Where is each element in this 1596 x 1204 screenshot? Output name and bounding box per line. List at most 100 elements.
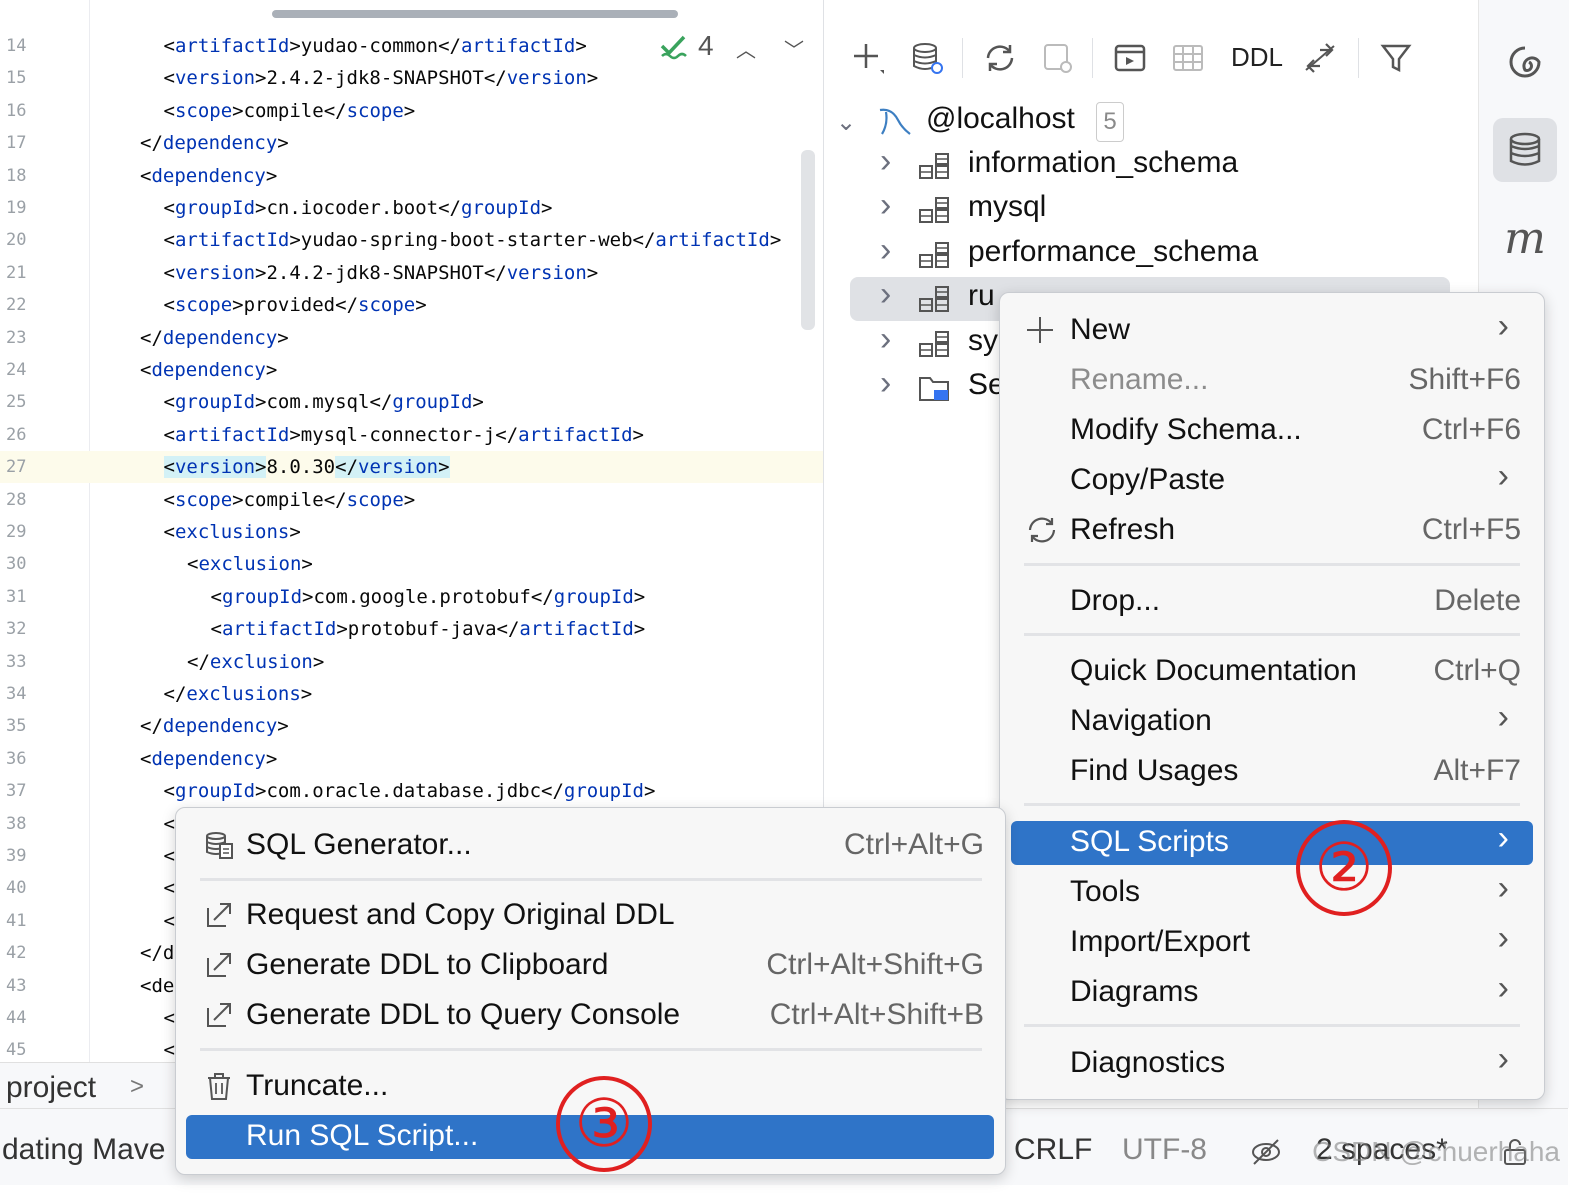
menu-item-diagrams[interactable]: Diagrams ›: [1011, 969, 1533, 1015]
code-line[interactable]: 37 <groupId>com.oracle.database.jdbc</gro…: [0, 775, 823, 807]
code-line[interactable]: 18 <dependency>: [0, 160, 823, 192]
maven-icon[interactable]: m: [1493, 206, 1557, 270]
submenu-arrow-icon: ›: [1497, 1040, 1509, 1078]
submenu-item-request-and-copy-original-ddl[interactable]: Request and Copy Original DDL: [186, 894, 994, 938]
code-line[interactable]: 25 <groupId>com.mysql</groupId>: [0, 386, 823, 418]
server-objects-icon: [919, 377, 949, 401]
code-text: <version>2.4.2-jdk8-SNAPSHOT</version>: [163, 67, 599, 90]
submenu-arrow-icon: ›: [1497, 819, 1509, 857]
step-3-annotation: ③: [556, 1076, 652, 1172]
plus-icon: [1025, 315, 1055, 353]
menu-item-tools[interactable]: Tools ›: [1011, 869, 1533, 915]
submenu-arrow-icon: ›: [1497, 869, 1509, 907]
data-source-properties-icon[interactable]: [908, 38, 948, 78]
menu-separator: [1024, 633, 1520, 636]
line-number: 44: [6, 1008, 27, 1028]
ai-assistant-icon[interactable]: [1493, 30, 1557, 94]
tree-item-schema[interactable]: › information_schema: [824, 142, 1478, 188]
table-editor-icon[interactable]: [1168, 38, 1208, 78]
project-label: project: [6, 1071, 97, 1104]
menu-item-quick-documentation[interactable]: Quick Documentation Ctrl+Q: [1011, 650, 1533, 694]
menu-separator: [200, 1048, 982, 1051]
submenu-item-generate-ddl-to-query-console[interactable]: Generate DDL to Query Console Ctrl+Alt+Sh…: [186, 994, 994, 1038]
menu-item-find-usages[interactable]: Find Usages Alt+F7: [1011, 750, 1533, 794]
code-line[interactable]: 17 </dependency>: [0, 127, 823, 159]
menu-item-refresh[interactable]: Refresh Ctrl+F5: [1011, 509, 1533, 553]
menu-item-sql-scripts[interactable]: SQL Scripts ›: [1011, 819, 1533, 865]
collapse-icon[interactable]: [1300, 38, 1340, 78]
code-line[interactable]: 35 </dependency>: [0, 710, 823, 742]
chevron-down-icon[interactable]: ⌄: [836, 108, 856, 137]
code-line[interactable]: 36 <dependency>: [0, 743, 823, 775]
chevron-right-icon[interactable]: ›: [880, 231, 891, 270]
chevron-right-icon[interactable]: ›: [880, 364, 891, 403]
code-line[interactable]: 29 <exclusions>: [0, 516, 823, 548]
sql-generator-icon: [204, 830, 234, 868]
refresh-icon[interactable]: [980, 38, 1020, 78]
code-line[interactable]: 21 <version>2.4.2-jdk8-SNAPSHOT</version>: [0, 257, 823, 289]
vertical-scrollbar[interactable]: [801, 150, 815, 330]
ddl-button[interactable]: DDL: [1231, 42, 1283, 73]
submenu-item-sql-generator[interactable]: SQL Generator... Ctrl+Alt+G: [186, 824, 994, 868]
chevron-right-icon[interactable]: ›: [880, 320, 891, 359]
horizontal-scrollbar[interactable]: [272, 10, 678, 18]
code-line[interactable]: 16 <scope>compile</scope>: [0, 95, 823, 127]
file-encoding[interactable]: UTF-8: [1122, 1133, 1207, 1167]
menu-item-new[interactable]: New ›: [1011, 307, 1533, 353]
stop-icon[interactable]: [1038, 38, 1078, 78]
filter-icon[interactable]: [1376, 38, 1416, 78]
menu-item-copy-paste[interactable]: Copy/Paste ›: [1011, 457, 1533, 503]
chevron-up-icon[interactable]: ︿: [736, 34, 756, 63]
code-line[interactable]: 20 <artifactId>yudao-spring-boot-starter-…: [0, 224, 823, 256]
code-text: </d: [140, 942, 175, 965]
menu-item-modify-schema[interactable]: Modify Schema... Ctrl+F6: [1011, 409, 1533, 453]
chevron-right-icon[interactable]: ›: [880, 275, 891, 314]
code-line[interactable]: 24 <dependency>: [0, 354, 823, 386]
code-line[interactable]: 34 </exclusions>: [0, 678, 823, 710]
line-separator[interactable]: CRLF: [1014, 1133, 1092, 1167]
inspection-widget[interactable]: 4 ︿ ﹀: [658, 30, 818, 66]
submenu-arrow-icon: ›: [1497, 307, 1509, 345]
menu-item-rename[interactable]: Rename... Shift+F6: [1011, 359, 1533, 403]
submenu-item-generate-ddl-to-clipboard[interactable]: Generate DDL to Clipboard Ctrl+Alt+Shift+…: [186, 944, 994, 988]
chevron-down-icon[interactable]: ﹀: [784, 34, 804, 63]
menu-item-navigation[interactable]: Navigation ›: [1011, 698, 1533, 744]
code-line[interactable]: 27 <version>8.0.30</version>: [0, 451, 823, 484]
code-line[interactable]: 30 <exclusion>: [0, 548, 823, 580]
tree-item-schema[interactable]: › performance_schema: [824, 231, 1478, 277]
tree-root-localhost[interactable]: ⌄ @localhost 5: [824, 100, 1478, 144]
background-task-text[interactable]: dating Mave: [2, 1133, 165, 1167]
menu-item-drop[interactable]: Drop... Delete: [1011, 580, 1533, 624]
code-line[interactable]: 28 <scope>compile</scope>: [0, 484, 823, 516]
code-line[interactable]: 32 <artifactId>protobuf-java</artifactId>: [0, 613, 823, 645]
tree-item-label: information_schema: [968, 146, 1239, 179]
code-line[interactable]: 22 <scope>provided</scope>: [0, 289, 823, 321]
code-line[interactable]: 15 <version>2.4.2-jdk8-SNAPSHOT</version>: [0, 62, 823, 94]
external-link-icon: [204, 950, 234, 988]
code-line[interactable]: 26 <artifactId>mysql-connector-j</artifac…: [0, 419, 823, 451]
chevron-right-icon[interactable]: ›: [880, 186, 891, 225]
code-line[interactable]: 33 </exclusion>: [0, 646, 823, 678]
line-number: 17: [6, 133, 27, 154]
code-text: <exclusion>: [187, 553, 313, 576]
inspection-count: 4: [698, 30, 714, 61]
code-text: <exclusions>: [163, 521, 301, 543]
tree-item-schema[interactable]: › mysql: [824, 186, 1478, 232]
database-toolbar: DDL: [824, 0, 1478, 101]
add-icon[interactable]: [848, 38, 888, 78]
menu-item-diagnostics[interactable]: Diagnostics ›: [1011, 1040, 1533, 1086]
project-breadcrumb[interactable]: project >: [0, 1062, 175, 1109]
menu-item-label: Find Usages: [1070, 754, 1239, 787]
chevron-right-icon[interactable]: ›: [880, 142, 891, 181]
code-text: </dependency>: [140, 326, 289, 349]
eye-slash-icon[interactable]: [1250, 1137, 1282, 1167]
menu-item-import-export[interactable]: Import/Export ›: [1011, 919, 1533, 965]
submenu-item-label: Generate DDL to Clipboard: [246, 948, 609, 981]
jump-to-query-console-icon[interactable]: [1110, 38, 1150, 78]
trash-icon: [204, 1071, 234, 1109]
code-line[interactable]: 31 <groupId>com.google.protobuf</groupId>: [0, 581, 823, 613]
database-icon[interactable]: [1493, 118, 1557, 182]
code-line[interactable]: 23 </dependency>: [0, 322, 823, 354]
submenu-item-shortcut: Ctrl+Alt+G: [843, 828, 984, 861]
code-line[interactable]: 19 <groupId>cn.iocoder.boot</groupId>: [0, 192, 823, 224]
